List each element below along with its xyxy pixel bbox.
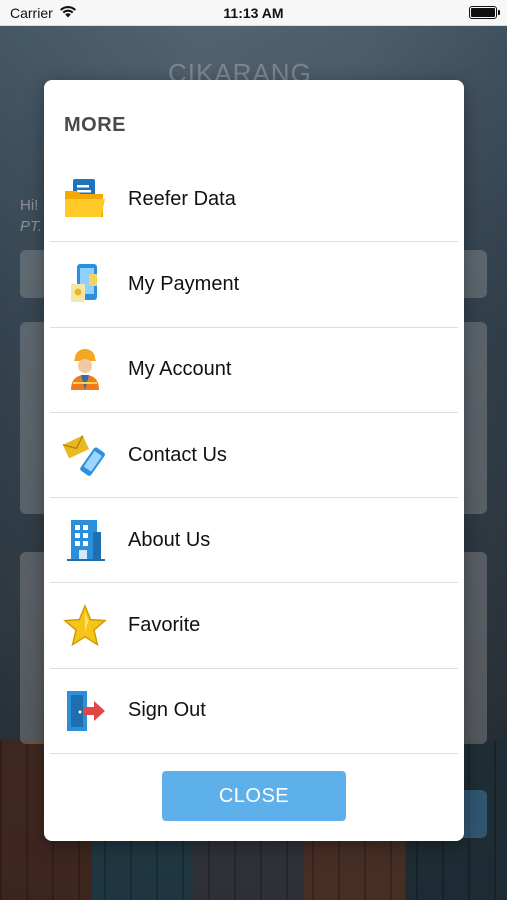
star-icon [62,603,108,649]
menu-item-sign-out[interactable]: Sign Out [50,669,458,755]
folder-document-icon [62,176,108,222]
menu-item-label: Favorite [128,614,201,637]
menu-item-favorite[interactable]: Favorite [50,583,458,669]
battery-icon [469,6,500,19]
worker-avatar-icon [62,347,108,393]
menu-list: Reefer Data My Payment My Account Contac… [44,157,464,755]
status-bar: Carrier 11:13 AM [0,0,507,26]
menu-item-my-payment[interactable]: My Payment [50,242,458,328]
menu-item-label: My Payment [128,272,240,295]
exit-door-icon [62,688,108,734]
more-menu-modal: MORE Reefer Data My Payment My Account C… [44,80,464,841]
carrier-label: Carrier [10,4,53,21]
close-button[interactable]: CLOSE [162,771,346,821]
menu-item-contact-us[interactable]: Contact Us [50,413,458,499]
menu-item-reefer-data[interactable]: Reefer Data [50,157,458,243]
battery-level [471,8,495,17]
wifi-icon [59,5,77,21]
menu-item-label: Contact Us [128,443,227,466]
modal-title: MORE [64,114,126,136]
payment-phone-icon [62,261,108,307]
menu-item-my-account[interactable]: My Account [50,328,458,413]
menu-item-label: My Account [128,358,232,381]
building-icon [62,517,108,563]
menu-item-label: About Us [128,528,211,551]
mail-phone-icon [62,432,108,478]
menu-item-label: Reefer Data [128,187,236,210]
menu-item-label: Sign Out [128,699,206,722]
menu-item-about-us[interactable]: About Us [50,498,458,584]
